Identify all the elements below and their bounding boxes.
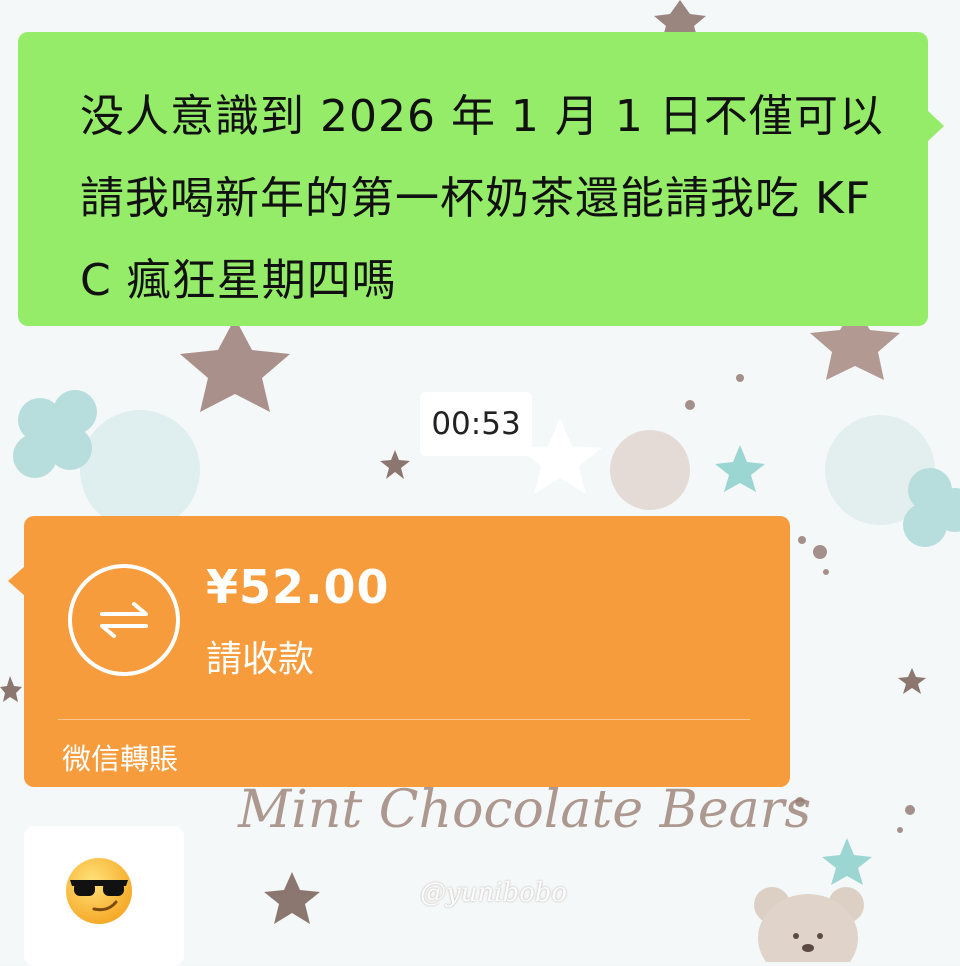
wallpaper-watermark-title: Mint Chocolate Bears [238, 780, 812, 840]
transfer-card[interactable]: ¥52.00 請收款 微信轉賬 [8, 516, 790, 787]
transfer-divider [58, 719, 750, 720]
outgoing-message-text: 没人意識到 2026 年 1 月 1 日不僅可以請我喝新年的第一杯奶茶還能請我吃… [80, 91, 884, 306]
outgoing-message-bubble[interactable]: 没人意識到 2026 年 1 月 1 日不僅可以請我喝新年的第一杯奶茶還能請我吃… [18, 32, 944, 326]
teddy-bear-decor [754, 887, 864, 962]
sunglasses-smirk-emoji [66, 858, 132, 924]
transfer-status: 請收款 [206, 639, 315, 680]
incoming-message-bubble[interactable] [24, 826, 184, 966]
wallpaper-watermark-handle: @yunibobo [420, 878, 568, 908]
transfer-source-label: 微信轉賬 [62, 742, 179, 776]
message-timestamp: 00:53 [420, 392, 532, 456]
transfer-arrows-icon [68, 564, 180, 676]
transfer-amount: ¥52.00 [206, 560, 390, 614]
